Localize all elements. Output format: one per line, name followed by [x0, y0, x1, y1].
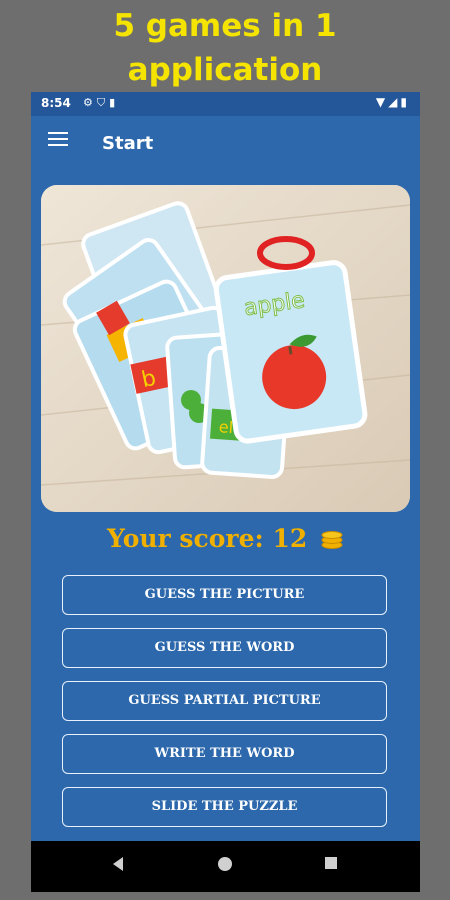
promo-header: 5 games in 1 application [0, 0, 450, 92]
guess-picture-button[interactable]: GUESS THE PICTURE [62, 575, 387, 615]
hamburger-menu-icon[interactable] [48, 132, 68, 148]
home-icon[interactable] [217, 856, 233, 872]
gear-icon: ⚙ [83, 96, 97, 109]
guess-partial-picture-button[interactable]: GUESS PARTIAL PICTURE [62, 681, 387, 721]
status-bar: 8:54 ⚙⛉▮ ▼◢▮ [31, 92, 420, 116]
shield-icon: ⛉ [96, 96, 110, 109]
promo-line-1: 5 games in 1 [113, 8, 337, 44]
hero-image: b el apple [41, 185, 410, 512]
flashcards-illustration: b el apple [41, 185, 410, 512]
status-time: 8:54 [41, 96, 71, 110]
score-label: Your score: [107, 524, 264, 553]
system-nav-bar [31, 841, 420, 892]
slide-puzzle-button[interactable]: SLIDE THE PUZZLE [62, 787, 387, 827]
wifi-icon: ▼ [375, 95, 389, 109]
score-value: 12 [272, 524, 308, 553]
status-right-icons: ▼◢▮ [376, 95, 410, 109]
app-bar: Start [31, 116, 420, 174]
card-letters-el: el [218, 417, 234, 437]
guess-word-button[interactable]: GUESS THE WORD [62, 628, 387, 668]
battery-icon: ▮ [400, 95, 410, 109]
score-display: Your score: 12 [31, 524, 420, 555]
signal-icon: ◢ [388, 95, 401, 109]
sd-card-icon: ▮ [109, 96, 120, 109]
coins-icon [320, 526, 344, 555]
recents-icon[interactable] [324, 856, 338, 870]
page-title: Start [102, 133, 154, 154]
phone-screen: 8:54 ⚙⛉▮ ▼◢▮ Start b el apple Your score… [31, 92, 420, 892]
back-icon[interactable] [111, 856, 125, 872]
write-word-button[interactable]: WRITE THE WORD [62, 734, 387, 774]
status-left-icons: ⚙⛉▮ [83, 96, 119, 110]
promo-line-2: application [127, 52, 323, 88]
